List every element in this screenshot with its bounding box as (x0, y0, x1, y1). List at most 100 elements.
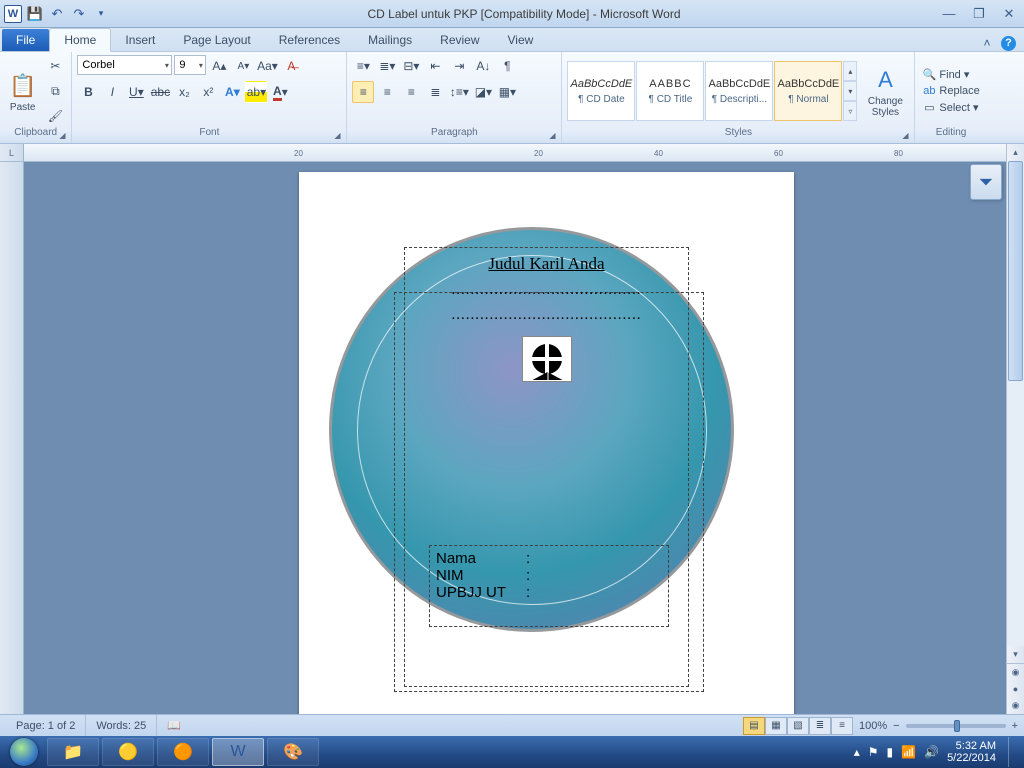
tab-view[interactable]: View (494, 29, 548, 51)
show-desktop-button[interactable] (1008, 737, 1016, 767)
dots-line-1[interactable]: ........................................ (405, 282, 688, 299)
justify-button[interactable]: ≣ (424, 81, 446, 103)
bold-button[interactable]: B (77, 81, 99, 103)
tray-volume-icon[interactable]: 🔊 (924, 745, 939, 759)
align-left-button[interactable]: ≡ (352, 81, 374, 103)
vertical-scrollbar[interactable]: ▴ ▾ ◉ ● ◉ (1006, 144, 1024, 714)
font-name-select[interactable]: Corbel▾ (77, 55, 172, 75)
logo-image[interactable] (522, 336, 572, 382)
ruler-horizontal[interactable]: 2020406080100 (24, 144, 1006, 162)
multilevel-button[interactable]: ⊟▾ (400, 55, 422, 77)
scroll-up-button[interactable]: ▴ (1007, 144, 1024, 161)
increase-indent-button[interactable]: ⇥ (448, 55, 470, 77)
taskbar-chrome[interactable]: 🟡 (102, 738, 154, 766)
ribbon-minimize-icon[interactable]: ˄ (979, 35, 995, 51)
taskbar-media-player[interactable]: 🟠 (157, 738, 209, 766)
start-button[interactable] (4, 737, 44, 767)
cut-button[interactable]: ✂ (44, 55, 66, 77)
undo-icon[interactable]: ↶ (48, 5, 66, 23)
word-count[interactable]: Words: 25 (86, 715, 157, 736)
clear-format-button[interactable]: A̶ (280, 55, 302, 77)
zoom-in-button[interactable]: + (1012, 720, 1018, 732)
replace-button[interactable]: abReplace (920, 84, 981, 98)
save-icon[interactable]: 💾 (26, 5, 44, 23)
borders-button[interactable]: ▦▾ (496, 81, 518, 103)
italic-button[interactable]: I (101, 81, 123, 103)
superscript-button[interactable]: x² (197, 81, 219, 103)
subscript-button[interactable]: x₂ (173, 81, 195, 103)
bullets-button[interactable]: ≡▾ (352, 55, 374, 77)
copy-button[interactable]: ⧉ (44, 80, 66, 102)
scroll-thumb[interactable] (1008, 161, 1023, 381)
zoom-slider[interactable] (906, 724, 1006, 728)
tab-home[interactable]: Home (49, 28, 111, 52)
tab-page-layout[interactable]: Page Layout (169, 29, 264, 51)
paragraph-launcher-icon[interactable]: ◢ (549, 131, 559, 141)
tab-mailings[interactable]: Mailings (354, 29, 426, 51)
view-web-layout[interactable]: ▧ (787, 717, 809, 735)
tray-show-hidden-icon[interactable]: ▴ (854, 745, 860, 759)
font-color-button[interactable]: A▾ (269, 81, 291, 103)
paste-button[interactable]: 📋 Paste (5, 58, 40, 124)
tab-selector[interactable]: L (0, 144, 23, 162)
style-description[interactable]: AaBbCcDdE¶ Descripti... (705, 61, 773, 121)
document-page[interactable]: Judul Karil Anda .......................… (299, 172, 794, 714)
view-draft[interactable]: ≡ (831, 717, 853, 735)
style-cd-title[interactable]: AABBC¶ CD Title (636, 61, 704, 121)
show-marks-button[interactable]: ¶ (496, 55, 518, 77)
find-button[interactable]: 🔍Find ▾ (920, 67, 981, 82)
decrease-indent-button[interactable]: ⇤ (424, 55, 446, 77)
view-full-screen[interactable]: ▦ (765, 717, 787, 735)
font-launcher-icon[interactable]: ◢ (334, 131, 344, 141)
page-count[interactable]: Page: 1 of 2 (6, 715, 86, 736)
styles-launcher-icon[interactable]: ◢ (902, 131, 912, 141)
tab-file[interactable]: File (2, 29, 49, 51)
style-normal[interactable]: AaBbCcDdE¶ Normal (774, 61, 842, 121)
minimize-button[interactable]: — (938, 6, 960, 22)
help-icon[interactable]: ? (1001, 36, 1016, 51)
sort-button[interactable]: A↓ (472, 55, 494, 77)
styles-scroll-up[interactable]: ▴ (843, 61, 857, 81)
styles-scroll-down[interactable]: ▾ (843, 81, 857, 101)
strikethrough-button[interactable]: abc (149, 81, 171, 103)
ruler-vertical[interactable]: L (0, 144, 24, 714)
shading-button[interactable]: ◪▾ (472, 81, 494, 103)
font-size-select[interactable]: 9▾ (174, 55, 206, 75)
zoom-out-button[interactable]: − (893, 720, 899, 732)
style-cd-date[interactable]: AaBbCcDdE¶ CD Date (567, 61, 635, 121)
numbering-button[interactable]: ≣▾ (376, 55, 398, 77)
grow-font-button[interactable]: A▴ (208, 55, 230, 77)
close-button[interactable]: ✕ (998, 6, 1020, 22)
taskbar-paint[interactable]: 🎨 (267, 738, 319, 766)
word-app-icon[interactable]: W (4, 5, 22, 23)
taskbar-word[interactable]: W (212, 738, 264, 766)
next-page-button[interactable]: ◉ (1007, 697, 1024, 714)
taskbar-clock[interactable]: 5:32 AM 5/22/2014 (947, 740, 996, 764)
change-styles-button[interactable]: A Change Styles (861, 58, 909, 124)
restore-button[interactable]: ❐ (968, 6, 990, 22)
shrink-font-button[interactable]: A▾ (232, 55, 254, 77)
browse-object-button[interactable]: ● (1007, 680, 1024, 697)
document-canvas[interactable]: ⏷ Judul Karil Anda .....................… (24, 162, 1006, 714)
proofing-button[interactable]: 📖 (157, 715, 191, 736)
tray-battery-icon[interactable]: ▮ (887, 745, 894, 759)
title-text[interactable]: Judul Karil Anda (405, 254, 688, 274)
dots-line-2[interactable]: ........................................ (405, 307, 688, 324)
highlight-button[interactable]: ab▾ (245, 81, 267, 103)
tray-flag-icon[interactable]: ⚑ (868, 745, 879, 759)
view-outline[interactable]: ≣ (809, 717, 831, 735)
tab-insert[interactable]: Insert (111, 29, 169, 51)
scroll-down-button[interactable]: ▾ (1007, 646, 1024, 663)
tab-references[interactable]: References (265, 29, 354, 51)
prev-page-button[interactable]: ◉ (1007, 663, 1024, 680)
zoom-value[interactable]: 100% (853, 720, 893, 732)
taskbar-explorer[interactable]: 📁 (47, 738, 99, 766)
text-effects-button[interactable]: A▾ (221, 81, 243, 103)
line-spacing-button[interactable]: ↕≡▾ (448, 81, 470, 103)
styles-expand[interactable]: ▿ (843, 101, 857, 121)
bottom-text-frame[interactable]: Nama: NIM: UPBJJ UT: (429, 545, 669, 627)
redo-icon[interactable]: ↷ (70, 5, 88, 23)
styles-gallery[interactable]: AaBbCcDdE¶ CD Date AABBC¶ CD Title AaBbC… (567, 61, 857, 121)
format-painter-button[interactable]: 🖌 (44, 105, 66, 127)
select-button[interactable]: ▭Select ▾ (920, 100, 981, 115)
